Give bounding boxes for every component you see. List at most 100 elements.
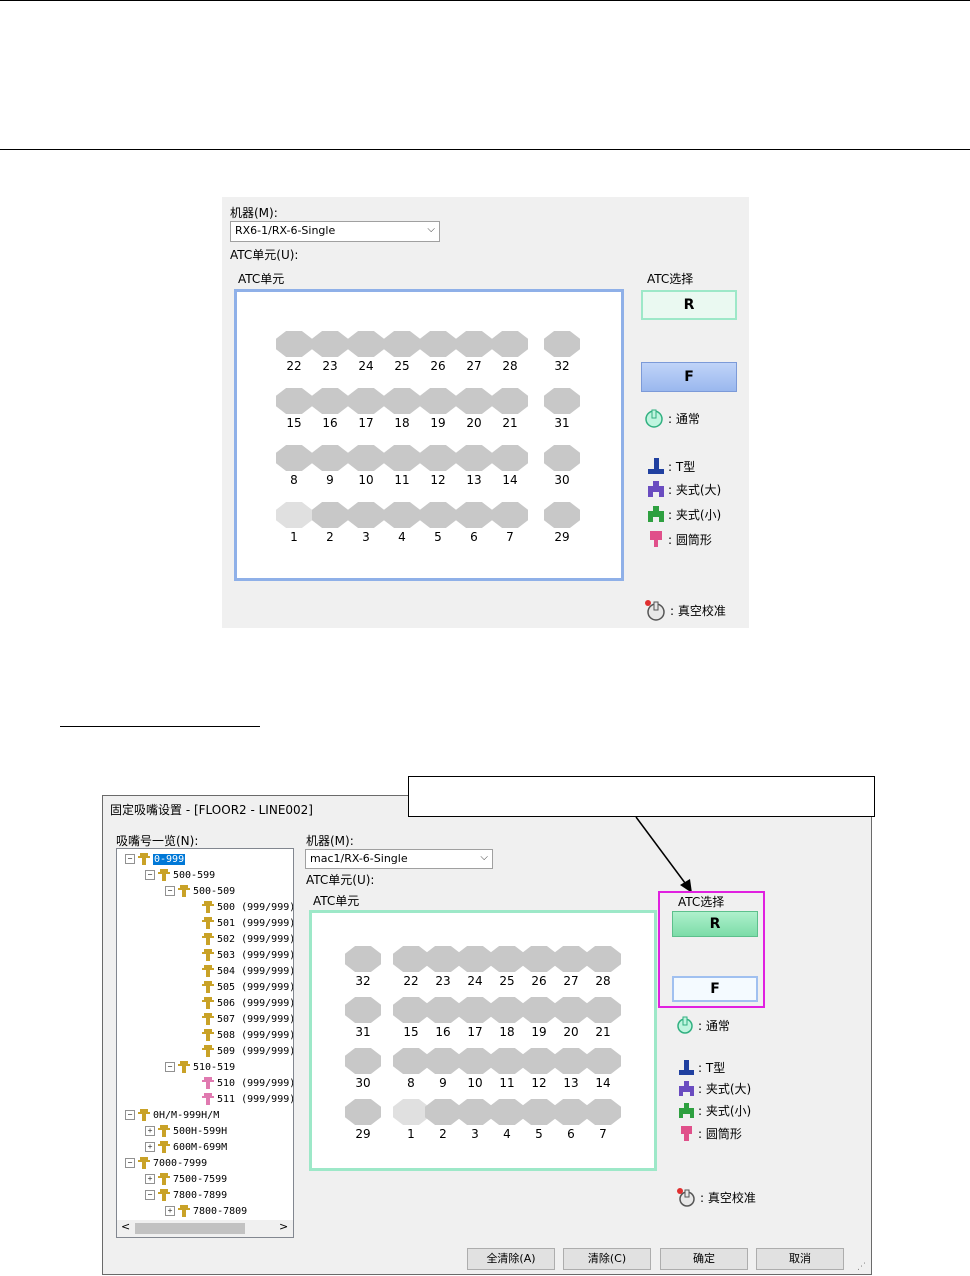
atc-slot-18[interactable] <box>384 388 420 414</box>
atc-slot-9[interactable] <box>312 445 348 471</box>
atc-slot-22[interactable] <box>276 331 312 357</box>
atc-slot-21[interactable] <box>492 388 528 414</box>
atc-slot-13[interactable] <box>456 445 492 471</box>
atc-slot-24[interactable] <box>457 946 493 972</box>
tree-item[interactable]: − 7000-7999 <box>125 1156 207 1170</box>
atc-slot-4[interactable] <box>384 502 420 528</box>
atc-slot-31[interactable] <box>345 997 381 1023</box>
clear-all-button[interactable]: 全清除(A) <box>467 1248 555 1270</box>
atc-slot-28[interactable] <box>585 946 621 972</box>
tree-item[interactable]: +500H-599H <box>145 1124 227 1138</box>
nozzle-tree[interactable]: − 0-999 − 500-599 − 500-509 500 (999/999) 501 (… <box>116 848 294 1238</box>
clear-button[interactable]: 清除(C) <box>563 1248 651 1270</box>
atc-slot-21[interactable] <box>585 997 621 1023</box>
atc-slot-27[interactable] <box>553 946 589 972</box>
tree-item[interactable]: 506 (999/999) <box>201 996 293 1010</box>
atc-slot-20[interactable] <box>553 997 589 1023</box>
collapse-icon[interactable]: − <box>145 1190 155 1200</box>
expand-icon[interactable]: + <box>165 1206 175 1216</box>
scroll-right-icon[interactable]: > <box>279 1220 288 1233</box>
atc-slot-2[interactable] <box>312 502 348 528</box>
tree-item[interactable]: 509 (999/999) <box>201 1044 293 1058</box>
tree-item[interactable]: 501 (999/999) <box>201 916 293 930</box>
atc-slot-16[interactable] <box>425 997 461 1023</box>
f-button[interactable]: F <box>641 362 737 392</box>
scroll-thumb[interactable] <box>135 1223 245 1234</box>
dialog-r-button[interactable]: R <box>672 911 758 937</box>
atc-slot-2[interactable] <box>425 1099 461 1125</box>
atc-slot-10[interactable] <box>348 445 384 471</box>
tree-item[interactable]: 507 (999/999) <box>201 1012 293 1026</box>
tree-item[interactable]: 511 (999/999) <box>201 1092 293 1106</box>
atc-slot-5[interactable] <box>420 502 456 528</box>
tree-item[interactable]: +7800-7809 <box>165 1204 247 1218</box>
tree-item[interactable]: − 500-509 <box>165 884 235 898</box>
atc-slot-11[interactable] <box>489 1048 525 1074</box>
collapse-icon[interactable]: − <box>125 1110 135 1120</box>
atc-slot-4[interactable] <box>489 1099 525 1125</box>
atc-slot-32[interactable] <box>544 331 580 357</box>
tree-item[interactable]: − 7800-7899 <box>145 1188 227 1202</box>
tree-item[interactable]: − 510-519 <box>165 1060 235 1074</box>
atc-slot-24[interactable] <box>348 331 384 357</box>
atc-slot-26[interactable] <box>420 331 456 357</box>
machine-combo[interactable]: RX6-1/RX-6-Single ⌵ <box>230 221 440 242</box>
atc-slot-10[interactable] <box>457 1048 493 1074</box>
atc-slot-28[interactable] <box>492 331 528 357</box>
atc-slot-18[interactable] <box>489 997 525 1023</box>
atc-slot-16[interactable] <box>312 388 348 414</box>
dialog-machine-combo[interactable]: mac1/RX-6-Single ⌵ <box>305 849 493 869</box>
atc-slot-8[interactable] <box>276 445 312 471</box>
atc-slot-13[interactable] <box>553 1048 589 1074</box>
ok-button[interactable]: 确定 <box>660 1248 748 1270</box>
tree-item[interactable]: +600M-699M <box>145 1140 227 1154</box>
resize-grip-icon[interactable]: ⋰ <box>857 1262 866 1272</box>
atc-slot-30[interactable] <box>544 445 580 471</box>
atc-slot-14[interactable] <box>585 1048 621 1074</box>
tree-item[interactable]: − 500-599 <box>145 868 215 882</box>
atc-slot-8[interactable] <box>393 1048 429 1074</box>
atc-slot-23[interactable] <box>312 331 348 357</box>
expand-icon[interactable]: + <box>145 1142 155 1152</box>
atc-slot-1[interactable] <box>276 502 312 528</box>
atc-slot-17[interactable] <box>348 388 384 414</box>
expand-icon[interactable]: + <box>145 1126 155 1136</box>
atc-slot-27[interactable] <box>456 331 492 357</box>
atc-slot-6[interactable] <box>456 502 492 528</box>
dialog-f-button[interactable]: F <box>672 976 758 1002</box>
atc-slot-20[interactable] <box>456 388 492 414</box>
atc-slot-12[interactable] <box>420 445 456 471</box>
atc-slot-3[interactable] <box>457 1099 493 1125</box>
tree-item[interactable]: 503 (999/999) <box>201 948 293 962</box>
atc-slot-22[interactable] <box>393 946 429 972</box>
atc-slot-15[interactable] <box>276 388 312 414</box>
atc-slot-15[interactable] <box>393 997 429 1023</box>
collapse-icon[interactable]: − <box>125 854 135 864</box>
atc-slot-1[interactable] <box>393 1099 429 1125</box>
collapse-icon[interactable]: − <box>165 1062 175 1072</box>
atc-slot-19[interactable] <box>521 997 557 1023</box>
scroll-left-icon[interactable]: < <box>121 1220 130 1233</box>
collapse-icon[interactable]: − <box>145 870 155 880</box>
atc-slot-6[interactable] <box>553 1099 589 1125</box>
atc-slot-14[interactable] <box>492 445 528 471</box>
tree-item[interactable]: 508 (999/999) <box>201 1028 293 1042</box>
tree-item[interactable]: 504 (999/999) <box>201 964 293 978</box>
tree-item[interactable]: +7500-7599 <box>145 1172 227 1186</box>
atc-slot-5[interactable] <box>521 1099 557 1125</box>
atc-slot-7[interactable] <box>585 1099 621 1125</box>
atc-slot-7[interactable] <box>492 502 528 528</box>
atc-slot-11[interactable] <box>384 445 420 471</box>
atc-slot-25[interactable] <box>384 331 420 357</box>
atc-slot-31[interactable] <box>544 388 580 414</box>
atc-slot-19[interactable] <box>420 388 456 414</box>
atc-slot-23[interactable] <box>425 946 461 972</box>
expand-icon[interactable]: + <box>145 1174 155 1184</box>
atc-slot-25[interactable] <box>489 946 525 972</box>
tree-hscrollbar[interactable]: < > <box>117 1220 293 1237</box>
cancel-button[interactable]: 取消 <box>756 1248 844 1270</box>
atc-slot-17[interactable] <box>457 997 493 1023</box>
atc-slot-29[interactable] <box>345 1099 381 1125</box>
tree-item[interactable]: 500 (999/999) <box>201 900 293 914</box>
collapse-icon[interactable]: − <box>165 886 175 896</box>
